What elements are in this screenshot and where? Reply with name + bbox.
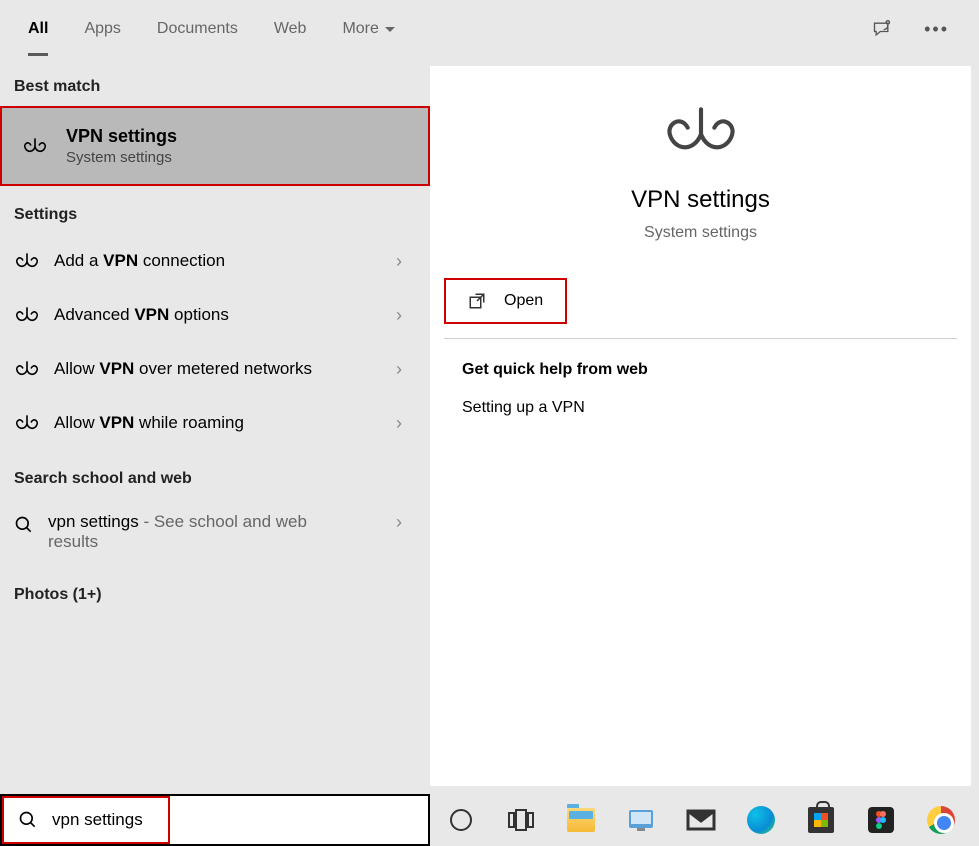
tab-all[interactable]: All xyxy=(28,2,48,56)
open-icon xyxy=(468,292,486,310)
chevron-right-icon: › xyxy=(396,305,416,326)
mail-icon[interactable] xyxy=(686,805,716,835)
results-panel: Best match VPN settings System settings … xyxy=(0,58,430,794)
detail-panel: VPN settings System settings Open Get qu… xyxy=(430,66,971,786)
settings-item-allow-vpn-roaming[interactable]: Allow VPN while roaming › xyxy=(0,396,430,450)
detail-subtitle: System settings xyxy=(644,224,757,242)
file-explorer-icon[interactable] xyxy=(566,805,596,835)
section-photos-header: Photos (1+) xyxy=(0,566,430,614)
search-scope-tabs: All Apps Documents Web More ••• xyxy=(0,0,979,58)
vpn-icon xyxy=(14,356,40,382)
settings-item-allow-vpn-metered[interactable]: Allow VPN over metered networks › xyxy=(0,342,430,396)
chrome-browser-icon[interactable] xyxy=(926,805,956,835)
microsoft-store-icon[interactable] xyxy=(806,805,836,835)
figma-icon[interactable] xyxy=(866,805,896,835)
caret-down-icon xyxy=(385,27,395,32)
edge-browser-icon[interactable] xyxy=(746,805,776,835)
settings-item-label: Allow VPN over metered networks xyxy=(54,359,312,379)
vpn-icon xyxy=(14,410,40,436)
tab-apps[interactable]: Apps xyxy=(84,2,120,56)
tab-more-label: More xyxy=(342,20,378,38)
tab-web[interactable]: Web xyxy=(274,2,307,56)
settings-item-label: Allow VPN while roaming xyxy=(54,413,244,433)
settings-item-label: Advanced VPN options xyxy=(54,305,229,325)
feedback-icon[interactable] xyxy=(872,19,892,39)
settings-item-advanced-vpn-options[interactable]: Advanced VPN options › xyxy=(0,288,430,342)
search-input-value: vpn settings xyxy=(52,810,143,830)
section-search-web-header: Search school and web xyxy=(0,450,430,498)
best-match-subtitle: System settings xyxy=(66,149,177,166)
tab-documents[interactable]: Documents xyxy=(157,2,238,56)
section-best-match-header: Best match xyxy=(0,58,430,106)
app-icon[interactable] xyxy=(626,805,656,835)
web-search-item[interactable]: vpn settings - See school and web result… xyxy=(0,498,430,566)
vpn-icon xyxy=(22,133,48,159)
section-settings-header: Settings xyxy=(0,186,430,234)
chevron-right-icon: › xyxy=(396,251,416,272)
chevron-right-icon: › xyxy=(396,512,416,533)
help-link-setup-vpn[interactable]: Setting up a VPN xyxy=(462,399,648,417)
chevron-right-icon: › xyxy=(396,413,416,434)
help-header: Get quick help from web xyxy=(462,361,648,379)
open-button-label: Open xyxy=(504,292,543,310)
web-search-label: vpn settings - See school and web result… xyxy=(48,512,348,552)
best-match-vpn-settings[interactable]: VPN settings System settings xyxy=(0,106,430,186)
open-button[interactable]: Open xyxy=(444,278,567,324)
chevron-right-icon: › xyxy=(396,359,416,380)
search-icon xyxy=(14,515,34,535)
cortana-icon[interactable] xyxy=(446,805,476,835)
vpn-icon xyxy=(14,248,40,274)
settings-item-add-vpn-connection[interactable]: Add a VPN connection › xyxy=(0,234,430,288)
tab-more[interactable]: More xyxy=(342,2,394,56)
search-icon xyxy=(18,810,38,830)
vpn-icon-large xyxy=(661,106,741,156)
detail-title: VPN settings xyxy=(631,186,770,214)
best-match-title: VPN settings xyxy=(66,126,177,147)
search-box[interactable]: vpn settings xyxy=(0,794,430,846)
settings-item-label: Add a VPN connection xyxy=(54,251,225,271)
taskbar xyxy=(430,794,979,846)
vpn-icon xyxy=(14,302,40,328)
task-view-icon[interactable] xyxy=(506,805,536,835)
more-options-icon[interactable]: ••• xyxy=(924,19,949,40)
